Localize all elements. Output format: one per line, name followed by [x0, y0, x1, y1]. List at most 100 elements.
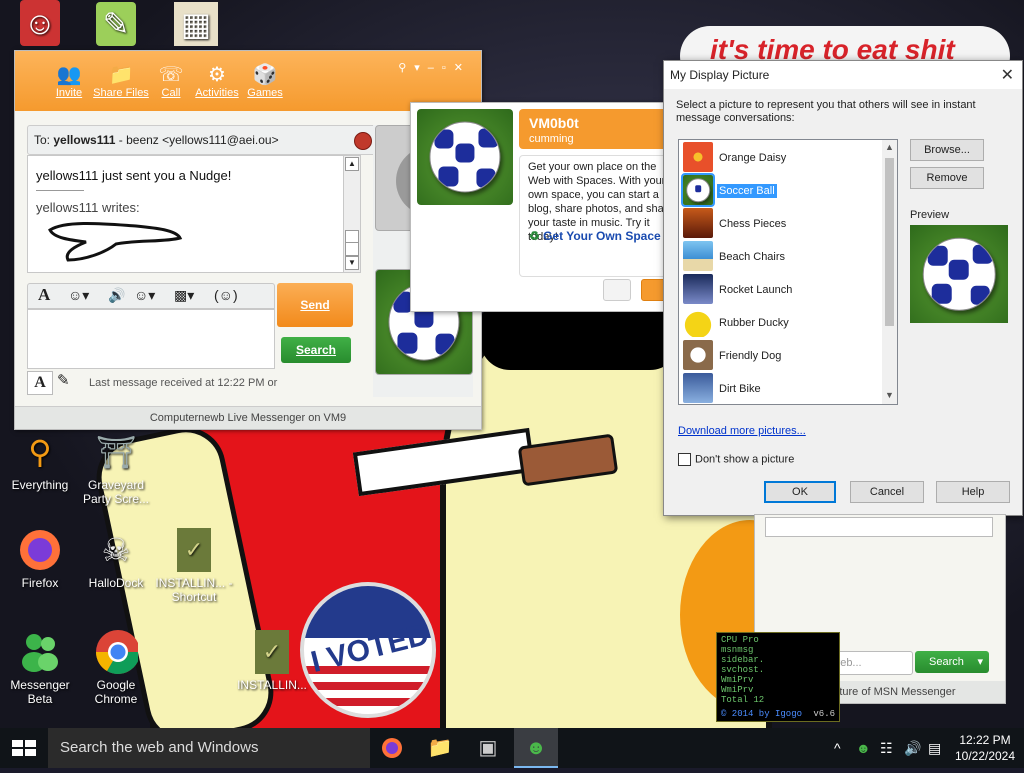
wink-icon[interactable]: ☺▾	[134, 287, 155, 304]
writes-label: yellows111 writes:	[36, 200, 140, 215]
message-input[interactable]	[27, 309, 275, 369]
scroll-down-icon[interactable]: ▼	[885, 390, 894, 400]
close-icon[interactable]: ✕	[1001, 65, 1014, 85]
font-icon[interactable]: A	[38, 285, 50, 305]
start-button[interactable]	[0, 728, 48, 768]
taskbar-search[interactable]: Search the web and Windows	[48, 728, 370, 768]
scroll-up-icon[interactable]: ▲	[885, 142, 894, 152]
conversation-bottom-bar: A ✎ Last message received at 12:22 PM or	[27, 369, 373, 395]
picture-item-rubber-ducky[interactable]: Rubber Ducky	[683, 307, 877, 339]
scroll-up-icon[interactable]: ▲	[345, 157, 359, 171]
picture-item-dirt-bike[interactable]: Dirt Bike	[683, 373, 877, 404]
remove-button[interactable]: Remove	[910, 167, 984, 189]
taskbar: Search the web and Windows 📁 ▣ ☻ ^ ☻ ☷ 🔊…	[0, 728, 1024, 768]
activities-icon: ⚙	[208, 64, 226, 86]
notification-icon[interactable]: ▤	[928, 728, 941, 768]
checkbox-icon[interactable]	[678, 453, 691, 466]
help-button[interactable]: Help	[936, 481, 1010, 503]
desktop-icon-firefox[interactable]: Firefox	[0, 528, 80, 590]
font-style-icon[interactable]: A	[27, 371, 53, 395]
picture-item-soccer-ball[interactable]: Soccer Ball	[681, 173, 877, 207]
nudge-icon[interactable]: (☺)	[214, 287, 238, 303]
dirt-bike-icon	[683, 373, 713, 403]
handwriting-icon[interactable]: ✎	[57, 371, 79, 393]
get-space-label: Get Your Own Space	[543, 229, 661, 243]
games-label: Games	[247, 87, 283, 99]
tray-messenger-icon[interactable]: ☻	[856, 728, 871, 768]
window-controls[interactable]: ⚲▾–▫✕	[398, 61, 471, 74]
picture-item-beach-chairs[interactable]: Beach Chairs	[683, 241, 877, 273]
emoticon-icon[interactable]: ☺▾	[68, 287, 89, 304]
voice-clip-icon[interactable]: 🔊	[108, 287, 125, 304]
dont-show-checkbox[interactable]: Don't show a picture	[678, 453, 794, 466]
conversation-history: yellows111 just sent you a Nudge! yellow…	[27, 155, 359, 273]
scroll-thumb[interactable]	[885, 158, 894, 326]
taskbar-file-explorer[interactable]: 📁	[418, 728, 462, 768]
taskbar-messenger[interactable]: ☻	[514, 728, 558, 768]
gadget-credit-link[interactable]: © 2014 by Igogo	[721, 709, 802, 719]
taskbar-firefox[interactable]	[370, 728, 414, 768]
desktop-icon-top-3[interactable]: ▦	[156, 2, 236, 50]
spaces-icon: ♻	[529, 229, 540, 243]
preview-picture	[910, 225, 1008, 323]
contact-area	[765, 517, 993, 537]
desktop-icon-google-chrome[interactable]: Google Chrome	[76, 630, 156, 706]
desktop-icon-installing[interactable]: ✓ INSTALLIN...	[232, 630, 312, 692]
gadget-version: v6.6	[813, 709, 835, 719]
send-button[interactable]: Send	[277, 283, 353, 327]
desktop-icon-top-1[interactable]: ☺	[0, 0, 80, 50]
web-search-button[interactable]: Search ▾	[915, 651, 989, 673]
picture-label: Chess Pieces	[719, 218, 787, 230]
to-label: To:	[34, 133, 51, 147]
network-icon[interactable]: ☷	[880, 728, 893, 768]
picture-label: Rubber Ducky	[719, 317, 789, 329]
get-space-link[interactable]: ♻ Get Your Own Space	[529, 229, 661, 243]
desktop-icon-top-2[interactable]: ✎	[76, 2, 156, 50]
beach-chairs-icon	[683, 241, 713, 271]
ok-button[interactable]: OK	[764, 481, 836, 503]
rocket-icon	[683, 274, 713, 304]
picture-item-rocket-launch[interactable]: Rocket Launch	[683, 274, 877, 306]
desktop-icon-graveyard[interactable]: ⛩ Graveyard Party Scre...	[76, 430, 156, 506]
picture-item-chess-pieces[interactable]: Chess Pieces	[683, 208, 877, 240]
chevron-down-icon[interactable]: ▾	[963, 651, 983, 673]
download-more-link[interactable]: Download more pictures...	[678, 425, 806, 437]
background-icon[interactable]: ▩▾	[174, 287, 194, 304]
scroll-down-icon[interactable]: ▼	[345, 256, 359, 270]
search-button[interactable]: Search	[281, 337, 351, 363]
conversation-scrollbar[interactable]: ▲ ▼	[343, 155, 361, 273]
show-hidden-icons[interactable]: ^	[834, 728, 841, 768]
desktop-icon-label: Everything	[11, 478, 69, 492]
desktop-icon-hallodock[interactable]: ☠ HalloDock	[76, 528, 156, 590]
cpu-gadget: CPU Pro msnmsg sidebar. svchost. WmiPrv …	[716, 632, 840, 722]
desktop-icon-everything[interactable]: ⚲ Everything	[0, 430, 80, 492]
cancel-button[interactable]: Cancel	[850, 481, 924, 503]
folder-icon: 📁	[108, 64, 134, 86]
picture-item-friendly-dog[interactable]: Friendly Dog	[683, 340, 877, 372]
games-button[interactable]: 🎲 Games	[237, 63, 293, 99]
picture-item-orange-daisy[interactable]: Orange Daisy	[683, 142, 877, 174]
share-files-button[interactable]: 📁 Share Files	[93, 63, 149, 99]
desktop-icon-installing-shortcut[interactable]: ✓ INSTALLIN... - Shortcut	[154, 528, 234, 604]
picture-list[interactable]: Orange Daisy Soccer Ball Chess Pieces Be…	[678, 139, 898, 405]
chess-icon	[683, 208, 713, 238]
volume-icon[interactable]: 🔊	[904, 728, 921, 768]
taskbar-clock[interactable]: 12:22 PM 10/22/2024	[950, 732, 1020, 764]
taskbar-app-window[interactable]: ▣	[466, 728, 510, 768]
games-icon: 🎲	[252, 64, 278, 86]
picture-label: Soccer Ball	[717, 184, 777, 198]
desktop-icon-messenger-beta[interactable]: Messenger Beta	[0, 630, 80, 706]
picture-list-scrollbar[interactable]: ▲ ▼	[882, 140, 897, 404]
clock-date: 10/22/2024	[954, 749, 1016, 763]
handwritten-drawing	[48, 222, 183, 262]
browse-button[interactable]: Browse...	[910, 139, 984, 161]
popup-folder-button[interactable]	[603, 279, 631, 301]
invite-button[interactable]: 👥 Invite	[41, 63, 97, 99]
block-icon[interactable]	[354, 132, 372, 150]
preview-label: Preview	[910, 209, 950, 221]
pixel-art-icon: ▦	[174, 2, 218, 46]
folder-icon: 📁	[427, 737, 453, 759]
daisy-icon	[683, 142, 713, 172]
script-icon: ✓	[255, 630, 289, 674]
desktop-icon-label: Google Chrome	[94, 678, 138, 706]
